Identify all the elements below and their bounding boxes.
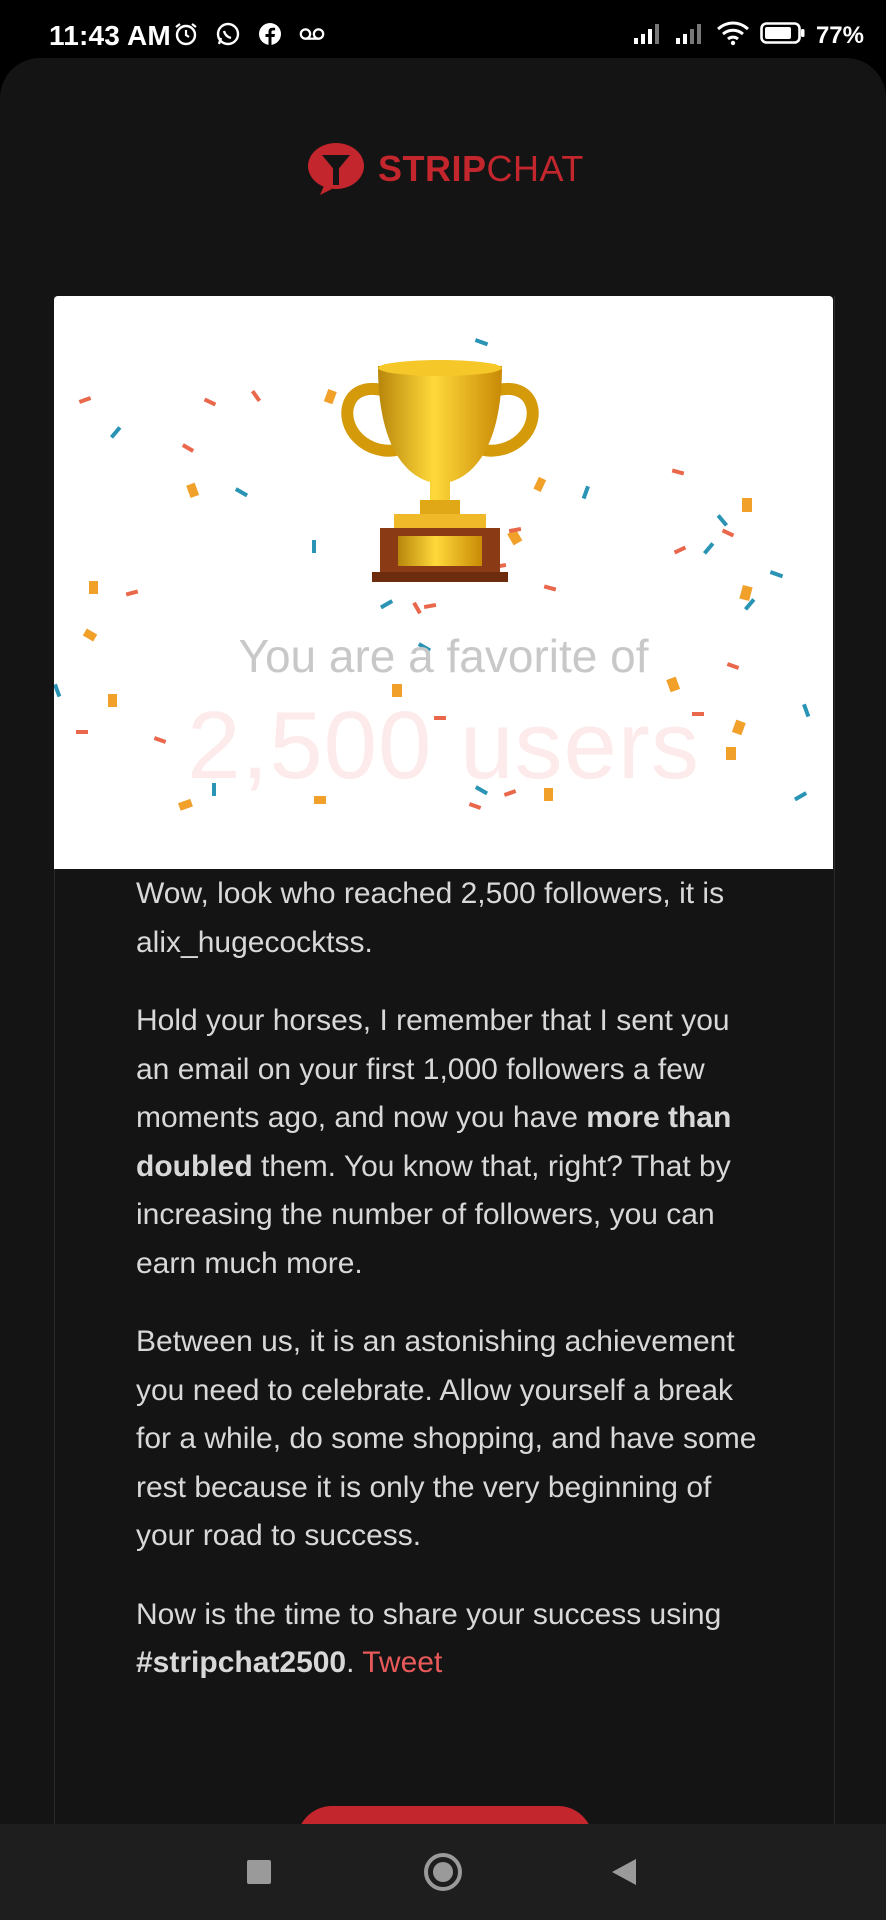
signal-icon <box>674 20 706 51</box>
logo-text-bold: STRIP <box>378 148 487 189</box>
voicemail-icon <box>298 20 326 48</box>
recents-icon[interactable] <box>235 1848 283 1896</box>
hashtag: #stripchat2500 <box>136 1646 347 1679</box>
email-body: Wow, look who reached 2,500 followers, i… <box>136 870 766 1718</box>
hero-banner: You are a favorite of 2,500 users <box>54 296 833 869</box>
stripchat-logo: STRIPCHAT <box>306 142 584 196</box>
navigation-bar <box>0 1824 886 1920</box>
logo-text-light: CHAT <box>486 148 584 189</box>
paragraph-followers: Hold your horses, I remember that I sent… <box>136 1004 732 1280</box>
battery-percent: 77% <box>815 21 864 49</box>
paragraph-celebrate: Between us, it is an astonishing achieve… <box>136 1325 757 1552</box>
home-icon[interactable] <box>419 1848 467 1896</box>
back-icon[interactable] <box>600 1848 648 1896</box>
hero-subtitle: You are a favorite of <box>238 630 649 682</box>
hero-headline: 2,500 users <box>187 692 700 799</box>
tweet-link[interactable]: Tweet <box>362 1646 442 1679</box>
paragraph-intro: Wow, look who reached 2,500 followers, i… <box>136 877 725 959</box>
paragraph-share: Now is the time to share your success us… <box>136 1597 722 1680</box>
alarm-icon <box>172 20 200 48</box>
battery-icon <box>760 21 806 50</box>
status-time: 11:43 AM <box>49 20 171 51</box>
trophy-icon <box>341 360 539 582</box>
chat-bubble-icon <box>308 143 364 195</box>
whatsapp-icon <box>214 20 242 48</box>
wifi-icon <box>716 20 750 51</box>
facebook-icon <box>256 20 284 48</box>
signal-icon <box>632 20 664 51</box>
